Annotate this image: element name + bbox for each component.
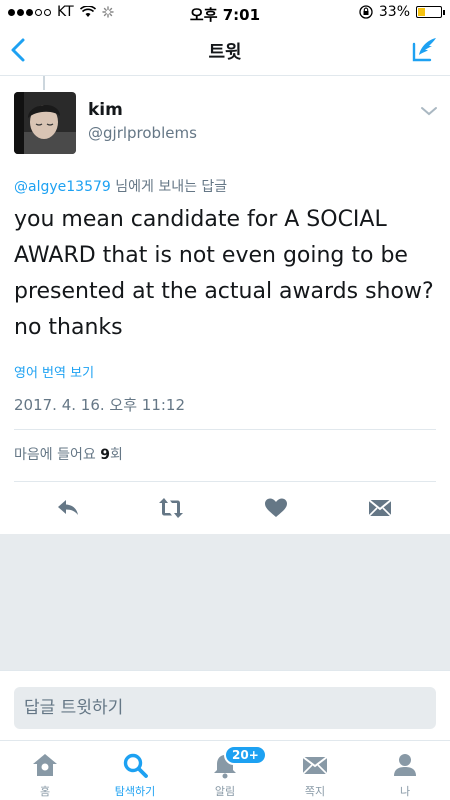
- reply-input[interactable]: [14, 687, 436, 729]
- reply-icon[interactable]: [55, 496, 81, 520]
- tab-home[interactable]: 홈: [0, 741, 90, 800]
- retweet-icon[interactable]: [158, 496, 184, 520]
- user-name[interactable]: kim: [88, 100, 123, 120]
- tab-label: 탐색하기: [114, 785, 156, 798]
- tab-label: 홈: [39, 785, 51, 798]
- likes-suffix: 회: [109, 447, 123, 463]
- nav-bar: 트윗: [0, 24, 450, 76]
- compose-tweet-button[interactable]: [408, 34, 440, 66]
- empty-replies-area: [0, 534, 450, 670]
- battery-icon: [416, 6, 445, 18]
- orientation-lock-icon: [359, 5, 373, 19]
- reply-context-label: 님에게 보내는 답글: [110, 179, 228, 195]
- divider: [14, 481, 436, 482]
- likes-label: 마음에 들어요: [14, 447, 96, 463]
- reply-mention-link[interactable]: @algye13579: [14, 179, 111, 195]
- likes-number: 9: [100, 447, 110, 463]
- home-icon: [33, 754, 57, 776]
- mail-icon: [302, 756, 328, 775]
- tab-label: 쪽지: [304, 785, 326, 798]
- chevron-down-icon[interactable]: [420, 104, 438, 118]
- tab-notifications[interactable]: 20+ 알림: [180, 741, 270, 800]
- status-right: 33%: [359, 4, 445, 20]
- tab-label: 알림: [214, 785, 236, 798]
- mail-icon[interactable]: [367, 496, 393, 520]
- tab-bar: 홈 탐색하기 20+ 알림 쪽지 나: [0, 740, 450, 800]
- tweet-timestamp: 2017. 4. 16. 오후 11:12: [14, 396, 186, 414]
- page-title: 트윗: [208, 42, 242, 63]
- heart-icon[interactable]: [263, 496, 289, 520]
- thread-line: [43, 76, 45, 90]
- tweet-text: you mean candidate for A SOCIAL AWARD th…: [14, 207, 434, 340]
- search-icon: [123, 753, 148, 778]
- translate-link[interactable]: 영어 번역 보기: [14, 362, 94, 381]
- tweet-actions: [0, 490, 450, 526]
- person-icon: [394, 754, 416, 776]
- battery-level-fill: [418, 8, 426, 16]
- notification-badge: 20+: [224, 745, 267, 765]
- tab-me[interactable]: 나: [360, 741, 450, 800]
- tab-search[interactable]: 탐색하기: [90, 741, 180, 800]
- user-handle[interactable]: @gjrlproblems: [88, 124, 197, 142]
- avatar-image: [14, 92, 76, 154]
- battery-percent: 33%: [378, 4, 410, 20]
- reply-context: @algye13579 님에게 보내는 답글: [14, 176, 227, 196]
- status-bar: KT 오후 7:01 33%: [0, 0, 450, 24]
- tab-messages[interactable]: 쪽지: [270, 741, 360, 800]
- avatar[interactable]: [14, 92, 76, 154]
- likes-count[interactable]: 마음에 들어요 9회: [14, 444, 123, 464]
- divider: [14, 429, 436, 430]
- reply-bar: [0, 670, 450, 740]
- tab-label: 나: [399, 785, 411, 798]
